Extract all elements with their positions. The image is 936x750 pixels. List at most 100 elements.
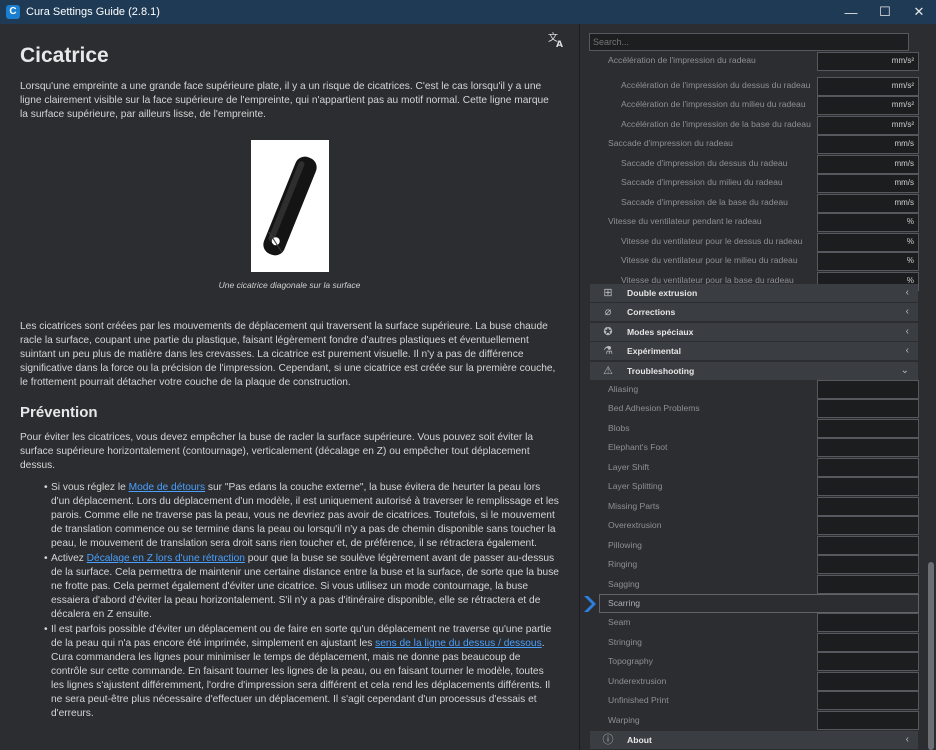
troubleshooting-field: [817, 536, 919, 555]
search-input[interactable]: [589, 33, 909, 51]
troubleshooting-label: Seam: [608, 617, 631, 627]
troubleshooting-field: [817, 438, 919, 457]
scar-photo: [250, 140, 329, 272]
minimize-button[interactable]: —: [834, 0, 868, 24]
chevron-icon: ⌄: [900, 365, 909, 376]
troubleshooting-field: [817, 555, 919, 574]
setting-label: Saccade d'impression de la base du radea…: [621, 197, 788, 207]
troubleshooting-item[interactable]: Stringing: [581, 633, 921, 652]
troubleshooting-item[interactable]: Topography: [581, 652, 921, 671]
unit-label: %: [906, 217, 914, 226]
category-label: Expérimental: [627, 346, 681, 356]
troubleshooting-label: Elephant's Foot: [608, 442, 668, 452]
category-about[interactable]: ⓘ About ‹: [590, 731, 918, 749]
setting-row: Saccade d'impression du milieu du radeau…: [581, 174, 921, 193]
troubleshooting-item[interactable]: Missing Parts: [581, 497, 921, 516]
troubleshooting-item[interactable]: Overextrusion: [581, 516, 921, 535]
troubleshooting-field: [817, 399, 919, 418]
skin-direction-link[interactable]: sens de la ligne du dessus / dessous: [375, 638, 542, 649]
troubleshooting-label: Aliasing: [608, 384, 639, 394]
setting-input[interactable]: %: [817, 233, 919, 252]
troubleshooting-item[interactable]: Pillowing: [581, 536, 921, 555]
setting-label: Accélération de l'impression du dessus d…: [621, 80, 811, 90]
setting-row: Saccade d'impression du dessus du radeau…: [581, 155, 921, 174]
unit-label: mm/s²: [891, 56, 914, 65]
dual-extrusion-icon: ⊞: [603, 287, 613, 299]
setting-label: Saccade d'impression du dessus du radeau: [621, 158, 788, 168]
setting-input[interactable]: mm/s: [817, 135, 919, 154]
category-label: About: [627, 735, 652, 745]
cause-paragraph: Les cicatrices sont créées par les mouve…: [20, 321, 556, 388]
troubleshooting-field: [817, 497, 919, 516]
troubleshooting-item[interactable]: Unfinished Print: [581, 691, 921, 710]
troubleshooting-item[interactable]: Seam: [581, 613, 921, 632]
setting-row: Vitesse du ventilateur pendant le radeau…: [581, 213, 921, 232]
figure-caption: Une cicatrice diagonale sur la surface: [218, 280, 361, 290]
z-hop-link[interactable]: Décalage en Z lors d'une rétraction: [87, 553, 245, 564]
translate-icon[interactable]: 文 A: [547, 30, 565, 50]
setting-input[interactable]: mm/s²: [817, 77, 919, 96]
setting-input[interactable]: mm/s: [817, 155, 919, 174]
category-corrections[interactable]: ⌀ Corrections ‹: [590, 303, 918, 321]
setting-row: Accélération de l'impression du milieu d…: [581, 96, 921, 115]
troubleshooting-label: Underextrusion: [608, 676, 667, 686]
window-title: Cura Settings Guide (2.8.1): [26, 6, 160, 18]
troubleshooting-item[interactable]: Bed Adhesion Problems: [581, 399, 921, 418]
unit-label: mm/s: [894, 139, 914, 148]
setting-input[interactable]: %: [817, 213, 919, 232]
category-label: Modes spéciaux: [627, 327, 694, 337]
corrections-icon: ⌀: [604, 306, 612, 318]
setting-label: Saccade d'impression du radeau: [608, 138, 733, 148]
chevron-icon: ‹: [905, 734, 909, 745]
category-label: Troubleshooting: [627, 366, 695, 376]
scrollbar-thumb[interactable]: [928, 562, 934, 750]
setting-input[interactable]: mm/s: [817, 194, 919, 213]
flask-icon: ⚗: [603, 345, 613, 357]
prevention-paragraph: Pour éviter les cicatrices, vous devez e…: [20, 432, 534, 471]
maximize-button[interactable]: ☐: [868, 0, 902, 24]
setting-input[interactable]: mm/s²: [817, 96, 919, 115]
setting-label: Vitesse du ventilateur pendant le radeau: [608, 216, 762, 226]
troubleshooting-item[interactable]: Aliasing: [581, 380, 921, 399]
setting-input[interactable]: %: [817, 252, 919, 271]
setting-row: Vitesse du ventilateur pour le dessus du…: [581, 233, 921, 252]
setting-row: Accélération de l'impression du radeau mm…: [581, 52, 921, 71]
troubleshooting-item[interactable]: Scarring: [581, 594, 921, 613]
category-troubleshooting[interactable]: ⚠ Troubleshooting ⌄: [590, 362, 918, 380]
troubleshooting-item[interactable]: Layer Shift: [581, 458, 921, 477]
category-exp-rimental[interactable]: ⚗ Expérimental ‹: [590, 342, 918, 360]
prevention-heading: Prévention: [20, 404, 98, 421]
category-modes-sp-ciaux[interactable]: ✪ Modes spéciaux ‹: [590, 323, 918, 341]
setting-input[interactable]: mm/s²: [817, 52, 919, 71]
close-button[interactable]: ✕: [902, 0, 936, 24]
title-bar: C Cura Settings Guide (2.8.1) — ☐ ✕: [0, 0, 936, 24]
travel-avoid-link[interactable]: Mode de détours: [129, 482, 205, 493]
troubleshooting-item[interactable]: Underextrusion: [581, 672, 921, 691]
unit-label: %: [906, 256, 914, 265]
troubleshooting-label: Unfinished Print: [608, 695, 669, 705]
unit-label: mm/s²: [891, 100, 914, 109]
unit-label: mm/s²: [891, 81, 914, 90]
troubleshooting-label: Pillowing: [608, 540, 642, 550]
setting-label: Accélération de l'impression du milieu d…: [621, 99, 806, 109]
setting-input[interactable]: mm/s²: [817, 116, 919, 135]
category-double-extrusion[interactable]: ⊞ Double extrusion ‹: [590, 284, 918, 302]
unit-label: mm/s: [894, 178, 914, 187]
troubleshooting-item[interactable]: Sagging: [581, 575, 921, 594]
troubleshooting-label: Layer Splitting: [608, 481, 663, 491]
troubleshooting-item[interactable]: Elephant's Foot: [581, 438, 921, 457]
troubleshooting-label: Blobs: [608, 423, 630, 433]
troubleshooting-item[interactable]: Ringing: [581, 555, 921, 574]
troubleshooting-label: Ringing: [608, 559, 638, 569]
troubleshooting-item[interactable]: Warping: [581, 711, 921, 730]
chevron-icon: ‹: [905, 326, 909, 337]
setting-row: Saccade d'impression de la base du radea…: [581, 194, 921, 213]
troubleshooting-label: Overextrusion: [608, 520, 662, 530]
troubleshooting-item[interactable]: Blobs: [581, 419, 921, 438]
troubleshooting-item[interactable]: Layer Splitting: [581, 477, 921, 496]
setting-input[interactable]: mm/s: [817, 174, 919, 193]
selection-arrow-icon: [583, 595, 599, 613]
list-item: Si vous réglez le Mode de détours sur "P…: [44, 481, 559, 551]
chevron-icon: ‹: [905, 287, 909, 298]
troubleshooting-field: [817, 575, 919, 594]
